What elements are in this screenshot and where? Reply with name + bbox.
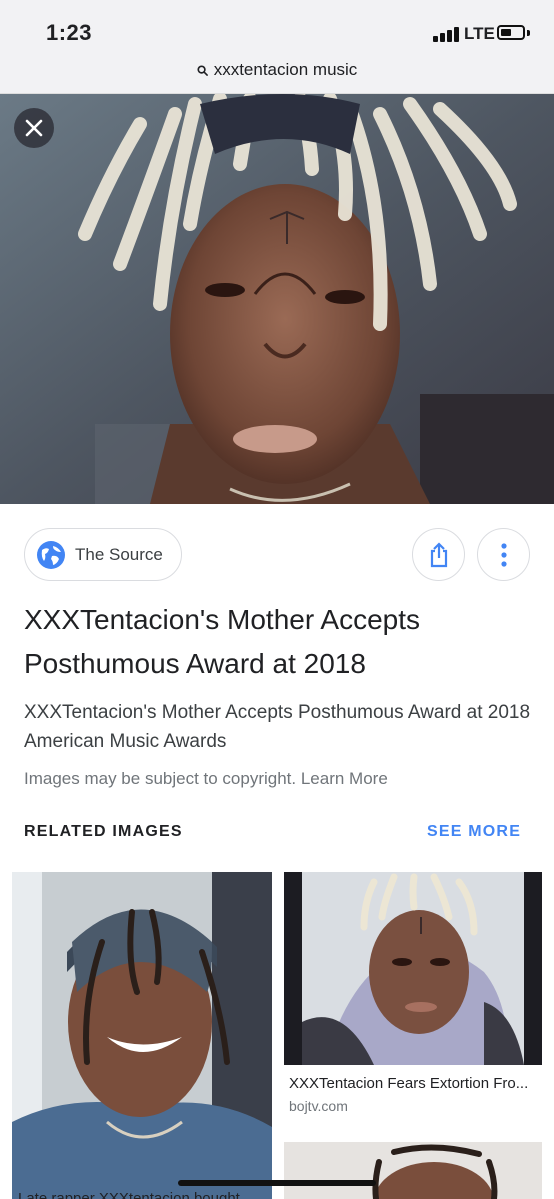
search-query-text: xxxtentacion music: [213, 60, 358, 79]
share-button[interactable]: [412, 528, 465, 581]
search-query-bar[interactable]: xxxtentacion music: [0, 56, 554, 94]
status-time: 1:23: [46, 20, 93, 45]
related-image-2[interactable]: [284, 872, 542, 1065]
see-more-link[interactable]: SEE MORE: [427, 823, 521, 841]
related-image-1[interactable]: [12, 872, 272, 1199]
battery-icon: [497, 25, 525, 40]
close-button[interactable]: [14, 108, 54, 148]
network-label: LTE: [464, 24, 495, 43]
search-icon: [197, 65, 208, 76]
preview-image[interactable]: [0, 94, 554, 504]
image-title[interactable]: XXXTentacion's Mother Accepts Posthumous…: [24, 598, 534, 686]
globe-icon: [37, 541, 65, 569]
close-icon: [25, 119, 43, 137]
related-image-2-domain: bojtv.com: [289, 1098, 348, 1114]
more-options-button[interactable]: [477, 528, 530, 581]
related-image-3[interactable]: [284, 1142, 542, 1199]
copyright-notice[interactable]: Images may be subject to copyright. Lear…: [24, 769, 388, 789]
home-indicator[interactable]: [178, 1180, 376, 1186]
source-name: The Source: [75, 545, 163, 564]
related-images-heading: RELATED IMAGES: [24, 823, 183, 840]
related-image-1-caption[interactable]: Late rapper XXXtentacion bought: [18, 1190, 240, 1199]
signal-icon: [433, 26, 461, 42]
share-icon: [430, 542, 448, 568]
source-chip[interactable]: The Source: [24, 528, 182, 581]
related-image-2-caption[interactable]: XXXTentacion Fears Extortion Fro...: [289, 1075, 539, 1092]
image-description: XXXTentacion's Mother Accepts Posthumous…: [24, 702, 531, 752]
more-vert-icon: [501, 543, 507, 567]
status-bar: 1:23 LTE: [0, 0, 554, 56]
